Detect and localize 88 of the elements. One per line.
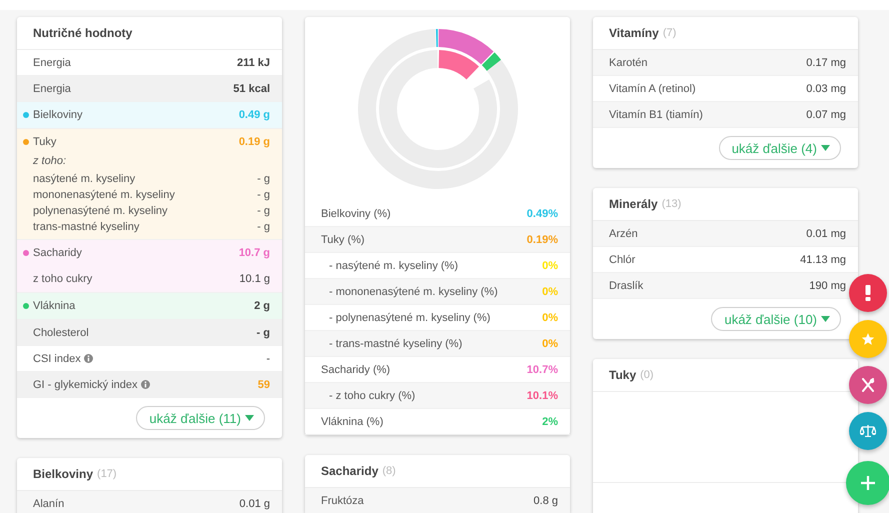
row-value: 0.8 g: [534, 494, 558, 506]
info-icon: [84, 354, 93, 363]
row-label: Vitamín B1 (tiamín): [609, 108, 703, 120]
row-value: - g: [257, 172, 270, 187]
row-label: - z toho cukry (%): [329, 390, 416, 402]
card-title: Vitamíny: [609, 26, 659, 40]
card-title: Bielkoviny: [33, 467, 94, 481]
show-more-button[interactable]: ukáž ďalšie (4): [718, 136, 841, 160]
row-label: Vitamín A (retinol): [609, 82, 696, 94]
row-value: 0%: [542, 260, 558, 272]
row-label: Energia: [33, 56, 71, 68]
row-value: 0.01 mg: [806, 228, 846, 240]
row-value: 2 g: [254, 300, 270, 312]
row-value: 0%: [542, 338, 558, 350]
row-label: z toho cukry: [33, 273, 92, 285]
row-value: 51 kcal: [233, 82, 270, 94]
caret-icon: [821, 316, 830, 322]
exclamation-icon: [865, 285, 871, 301]
scales-icon: [860, 425, 876, 437]
row-value: 2%: [542, 416, 558, 428]
item-count: (8): [382, 465, 396, 477]
row-value: 0.17 mg: [806, 56, 846, 68]
row-label: Sacharidy: [33, 247, 82, 259]
row-value: 10.1%: [526, 390, 558, 402]
row-label: Vláknina: [33, 300, 76, 312]
row-value: 10.7%: [526, 364, 558, 376]
item-count: (13): [662, 198, 682, 210]
card-title: Tuky: [609, 368, 636, 382]
row-label: Fruktóza: [321, 494, 364, 506]
row-value: 0.19%: [526, 234, 558, 246]
row-value: - g: [257, 188, 270, 203]
card-title: Minerály: [609, 197, 658, 211]
row-value: - g: [257, 204, 270, 219]
row-value: 10.1 g: [239, 273, 270, 285]
info-icon: [140, 380, 150, 389]
item-count: (17): [97, 468, 117, 480]
row-label: - nasýtené m. kyseliny (%): [329, 260, 458, 272]
show-more-button[interactable]: ukáž ďalšie (10): [711, 307, 841, 331]
row-label: - polynenasýtené m. kyseliny (%): [329, 312, 490, 324]
row-value: 41.13 mg: [800, 254, 846, 266]
card-title: Nutričné hodnoty: [33, 26, 132, 40]
row-label: Draslík: [609, 280, 644, 292]
card-title: Sacharidy: [321, 464, 378, 478]
row-label: CSI index: [33, 352, 81, 364]
row-value: 0%: [542, 312, 558, 324]
star-icon: [861, 332, 875, 346]
row-label: Tuky (%): [321, 234, 365, 246]
row-value: - g: [257, 220, 270, 235]
row-label: Tuky: [33, 136, 56, 148]
row-value: 59: [258, 378, 270, 390]
row-label: mononenasýtené m. kyseliny: [33, 188, 175, 203]
row-value: 190 mg: [809, 280, 846, 292]
row-label: trans-mastné kyseliny: [33, 220, 140, 235]
row-value: 0.01 g: [239, 498, 270, 510]
row-value: 211 kJ: [236, 56, 270, 68]
cutlery-icon: [861, 378, 875, 392]
row-value: 0.19 g: [238, 136, 270, 148]
caret-icon: [821, 145, 830, 151]
row-label: polynenasýtené m. kyseliny: [33, 204, 168, 219]
show-more-button[interactable]: ukáž ďalšie (11): [136, 406, 265, 430]
plus-icon: [861, 476, 875, 490]
row-value: 0.03 mg: [806, 82, 846, 94]
note-text: z toho:: [32, 155, 68, 169]
row-value: - g: [256, 326, 270, 338]
row-label: Vláknina (%): [321, 416, 384, 428]
row-label: Cholesterol: [33, 326, 89, 338]
row-value: 0.07 mg: [806, 108, 846, 120]
row-value: 0.49%: [526, 208, 558, 220]
donut-segment: [438, 50, 478, 80]
row-label: - mononenasýtené m. kyseliny (%): [329, 286, 498, 298]
caret-icon: [245, 415, 254, 421]
row-label: Sacharidy (%): [321, 364, 390, 376]
item-count: (7): [662, 27, 676, 39]
item-count: (0): [640, 369, 654, 381]
row-label: GI - glykemický index: [33, 378, 138, 390]
row-value: -: [266, 352, 270, 364]
row-label: Alanín: [33, 498, 64, 510]
row-label: Chlór: [609, 254, 636, 266]
row-value: 0.49 g: [238, 109, 270, 121]
row-label: Energia: [33, 82, 71, 94]
row-label: - trans-mastné kyseliny (%): [329, 338, 462, 350]
row-label: Bielkoviny (%): [321, 208, 391, 220]
row-label: Karotén: [609, 56, 648, 68]
row-label: Arzén: [609, 228, 638, 240]
row-value: 10.7 g: [238, 247, 270, 259]
row-label: Bielkoviny: [33, 109, 83, 121]
row-value: 0%: [542, 286, 558, 298]
row-label: nasýtené m. kyseliny: [33, 172, 136, 187]
